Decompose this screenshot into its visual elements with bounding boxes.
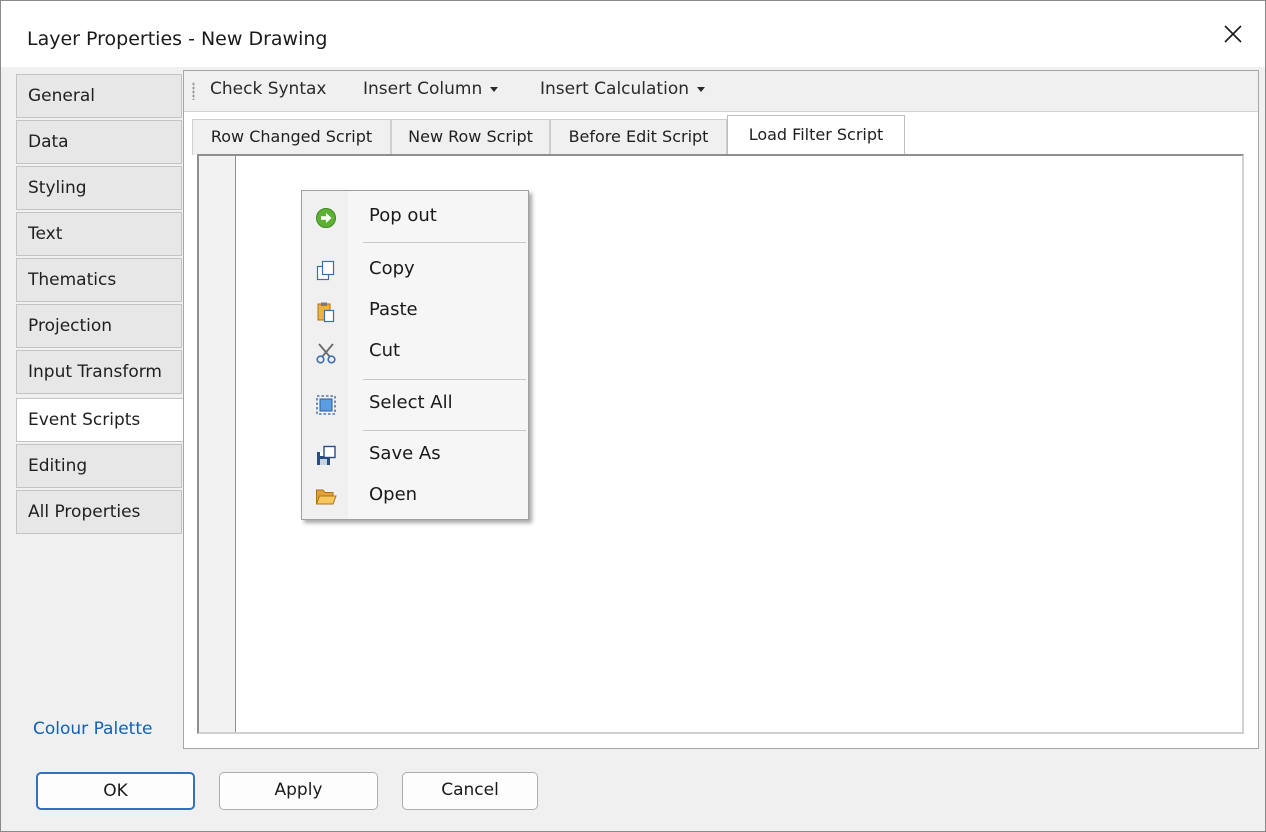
- script-toolbar: Check Syntax Insert Column Insert Calcul…: [184, 71, 1258, 112]
- colour-palette-link[interactable]: Colour Palette: [33, 719, 152, 739]
- menu-item-label: Cut: [369, 340, 401, 361]
- tab-load-filter-script[interactable]: Load Filter Script: [727, 115, 905, 155]
- scissors-icon: [316, 343, 336, 364]
- menu-item-copy[interactable]: Copy: [302, 252, 528, 288]
- menu-item-label: Select All: [369, 392, 453, 413]
- cancel-button[interactable]: Cancel: [402, 772, 538, 810]
- editor-gutter: [199, 156, 236, 732]
- toolbar-grip-icon[interactable]: [192, 82, 195, 100]
- window-title: Layer Properties - New Drawing: [27, 28, 328, 50]
- context-menu: Pop out Copy Paste Cut Select All Save A…: [301, 190, 529, 520]
- select-all-icon: [316, 395, 336, 415]
- sidebar-item-all-properties[interactable]: All Properties: [16, 490, 182, 534]
- check-syntax-button[interactable]: Check Syntax: [210, 79, 326, 99]
- insert-calculation-button[interactable]: Insert Calculation: [540, 79, 705, 99]
- folder-open-icon: [315, 489, 337, 505]
- close-button[interactable]: [1201, 1, 1265, 67]
- ok-button[interactable]: OK: [36, 772, 195, 810]
- paste-icon: [317, 302, 335, 323]
- pop-out-icon: [316, 208, 336, 228]
- menu-separator: [363, 242, 526, 243]
- menu-separator: [363, 379, 526, 380]
- sidebar-item-projection[interactable]: Projection: [16, 304, 182, 348]
- save-icon: [317, 445, 336, 465]
- sidebar-item-general[interactable]: General: [16, 74, 182, 118]
- menu-item-cut[interactable]: Cut: [302, 334, 528, 370]
- title-bar: Layer Properties - New Drawing: [1, 1, 1265, 67]
- layer-properties-dialog: Layer Properties - New Drawing General D…: [0, 0, 1266, 832]
- sidebar-item-event-scripts[interactable]: Event Scripts: [16, 398, 184, 442]
- insert-calculation-label: Insert Calculation: [540, 79, 689, 99]
- menu-item-select-all[interactable]: Select All: [302, 386, 528, 422]
- insert-column-label: Insert Column: [363, 79, 483, 99]
- apply-button[interactable]: Apply: [219, 772, 378, 810]
- tab-new-row-script[interactable]: New Row Script: [391, 119, 550, 155]
- sidebar-item-input-transform[interactable]: Input Transform: [16, 350, 182, 394]
- sidebar-item-editing[interactable]: Editing: [16, 444, 182, 488]
- menu-item-pop-out[interactable]: Pop out: [302, 199, 528, 235]
- menu-item-paste[interactable]: Paste: [302, 293, 528, 329]
- close-icon: [1224, 25, 1242, 43]
- menu-item-label: Paste: [369, 299, 418, 320]
- insert-column-button[interactable]: Insert Column: [363, 79, 499, 99]
- sidebar-item-data[interactable]: Data: [16, 120, 182, 164]
- script-tabs: Row Changed Script New Row Script Before…: [184, 115, 1258, 155]
- tab-row-changed-script[interactable]: Row Changed Script: [192, 119, 391, 155]
- tab-before-edit-script[interactable]: Before Edit Script: [550, 119, 727, 155]
- menu-item-save-as[interactable]: Save As: [302, 437, 528, 473]
- menu-item-label: Open: [369, 484, 418, 505]
- sidebar-item-thematics[interactable]: Thematics: [16, 258, 182, 302]
- menu-item-label: Save As: [369, 443, 441, 464]
- copy-icon: [316, 260, 335, 281]
- menu-item-label: Pop out: [369, 205, 437, 226]
- sidebar-item-styling[interactable]: Styling: [16, 166, 182, 210]
- menu-separator: [363, 430, 526, 431]
- sidebar-item-text[interactable]: Text: [16, 212, 182, 256]
- menu-item-open[interactable]: Open: [302, 478, 528, 514]
- menu-item-label: Copy: [369, 258, 415, 279]
- chevron-down-icon: [697, 86, 705, 92]
- sidebar: General Data Styling Text Thematics Proj…: [1, 69, 184, 749]
- chevron-down-icon: [490, 86, 499, 92]
